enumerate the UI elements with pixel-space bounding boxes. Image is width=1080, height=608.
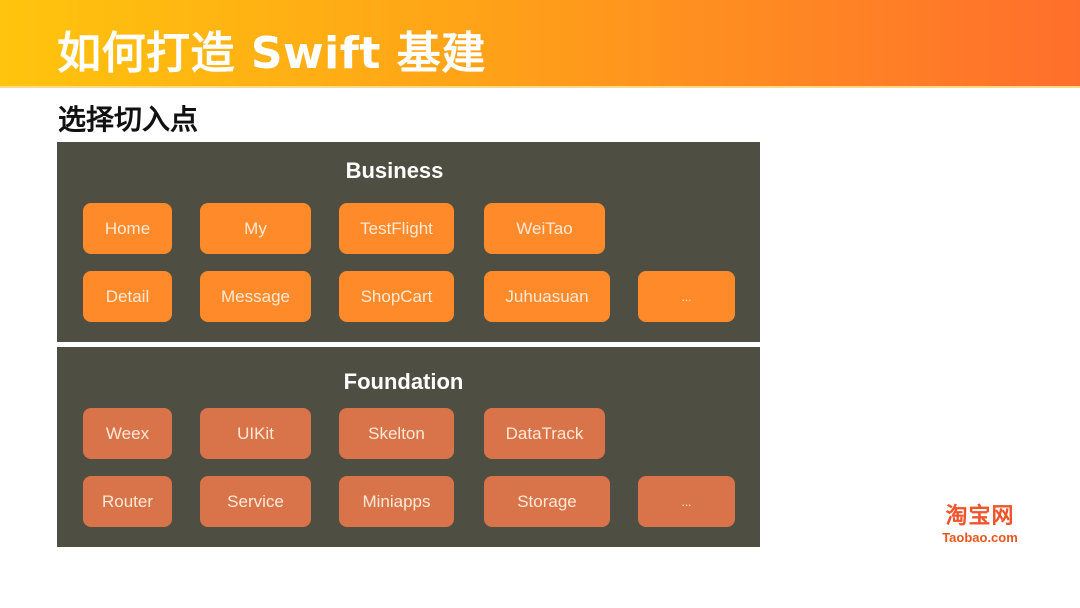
module-box: Message [200, 271, 311, 322]
slide-title: 如何打造 Swift 基建 [57, 28, 486, 79]
module-box: Detail [83, 271, 172, 322]
module-box: TestFlight [339, 203, 454, 254]
module-box: Miniapps [339, 476, 454, 527]
foundation-layer-title: Foundation [343, 369, 464, 394]
module-box: Router [83, 476, 172, 527]
business-layer-panel: Business Home My TestFlight WeiTao Detai… [57, 142, 760, 342]
module-box: Storage [484, 476, 610, 527]
module-box: Service [200, 476, 311, 527]
module-box: Juhuasuan [484, 271, 610, 322]
module-box: DataTrack [484, 408, 605, 459]
module-box: Skelton [339, 408, 454, 459]
module-box: WeiTao [484, 203, 605, 254]
header-bar: 如何打造 Swift 基建 [0, 0, 1080, 88]
business-layer-title: Business [345, 158, 444, 183]
module-box: Home [83, 203, 172, 254]
slide-subtitle: 选择切入点 [58, 103, 199, 136]
logo-english-text: Taobao.com [942, 530, 1018, 545]
module-box: ShopCart [339, 271, 454, 322]
more-modules-box: ... [638, 476, 735, 527]
foundation-layer-panel: Foundation Weex UIKit Skelton DataTrack … [57, 347, 760, 547]
taobao-logo: 淘宝网 Taobao.com [932, 504, 1028, 546]
module-box: My [200, 203, 311, 254]
logo-chinese-text: 淘宝网 [945, 504, 1015, 529]
module-box: UIKit [200, 408, 311, 459]
more-modules-box: ... [638, 271, 735, 322]
module-box: Weex [83, 408, 172, 459]
